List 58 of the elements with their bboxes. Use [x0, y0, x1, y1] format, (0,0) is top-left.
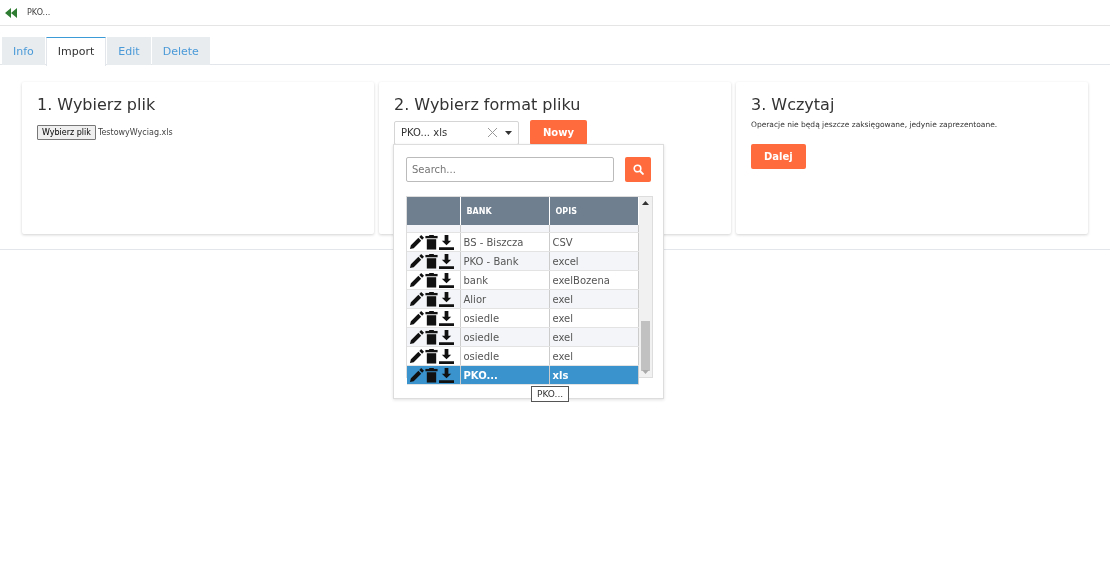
table-cell: exel — [549, 308, 638, 328]
table-cell: exelBozena — [549, 270, 638, 290]
download-icon[interactable] — [439, 329, 454, 345]
trash-icon[interactable] — [425, 253, 438, 269]
caret-icon[interactable] — [505, 130, 512, 135]
pencil-icon[interactable] — [409, 291, 424, 307]
file-name: TestowyWyciag.xls — [97, 128, 173, 137]
table-cell: BS - Biszcza — [460, 232, 549, 252]
table-row[interactable]: osiedle exel — [407, 327, 638, 347]
card-title: 1. Wybierz plik — [37, 95, 157, 114]
pencil-icon[interactable] — [409, 348, 424, 364]
table-cell: osiedle — [460, 346, 549, 366]
table-cell: CSV — [549, 232, 638, 252]
column-header[interactable]: OPIS — [549, 197, 638, 225]
tab[interactable]: Import — [45, 37, 107, 66]
table-row[interactable]: osiedle exel — [407, 308, 638, 328]
trash-icon[interactable] — [425, 329, 438, 345]
pencil-icon[interactable] — [409, 272, 424, 288]
pencil-icon[interactable] — [409, 329, 424, 345]
format-select[interactable]: PKO... xls — [394, 120, 519, 145]
download-icon[interactable] — [439, 253, 454, 269]
table-row[interactable]: PKO - Bank excel — [407, 251, 638, 271]
table-row[interactable]: osiedle exel — [407, 346, 638, 366]
trash-icon[interactable] — [425, 272, 438, 288]
download-icon[interactable] — [439, 291, 454, 307]
table-row[interactable]: BS - Biszcza CSV — [407, 232, 638, 252]
scroll-up-icon[interactable] — [641, 201, 649, 205]
trash-icon[interactable] — [425, 291, 438, 307]
page-title: PKO... — [27, 8, 51, 17]
choose-file-button[interactable]: Wybierz plik — [37, 125, 96, 140]
pencil-icon[interactable] — [409, 310, 424, 326]
trash-icon[interactable] — [425, 367, 438, 383]
download-icon[interactable] — [439, 272, 454, 288]
table-cell: osiedle — [460, 308, 549, 328]
search-button[interactable] — [625, 157, 651, 182]
table-row[interactable]: Alior exel — [407, 289, 638, 309]
download-icon[interactable] — [439, 367, 454, 383]
clear-icon[interactable] — [488, 128, 497, 137]
download-icon[interactable] — [439, 310, 454, 326]
tooltip: PKO... — [531, 386, 570, 402]
table-cell: exel — [549, 346, 638, 366]
pencil-icon[interactable] — [409, 234, 424, 250]
search-field[interactable]: Search... — [406, 157, 615, 182]
trash-icon[interactable] — [425, 310, 438, 326]
pencil-icon[interactable] — [409, 367, 424, 383]
back-icon[interactable] — [5, 7, 17, 18]
trash-icon[interactable] — [425, 234, 438, 250]
table-cell: bank — [460, 270, 549, 290]
card-title: 2. Wybierz format pliku — [394, 95, 582, 114]
search-icon — [632, 164, 644, 175]
pencil-icon[interactable] — [409, 253, 424, 269]
trash-icon[interactable] — [425, 348, 438, 364]
download-icon[interactable] — [439, 234, 454, 250]
column-header[interactable]: BANK — [460, 197, 549, 225]
download-icon[interactable] — [439, 348, 454, 364]
card-title: 3. Wczytaj — [751, 95, 836, 114]
scrollbar-thumb[interactable] — [640, 321, 650, 371]
table-row[interactable]: bank exelBozena — [407, 270, 638, 290]
